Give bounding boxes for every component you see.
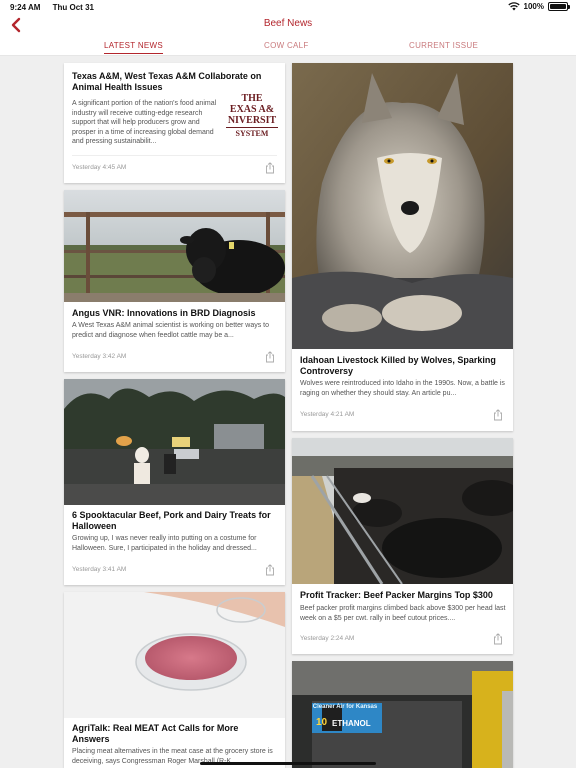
share-icon[interactable]	[265, 162, 275, 174]
article-excerpt: Beef packer profit margins climbed back …	[300, 605, 506, 622]
article-title: Profit Tracker: Beef Packer Margins Top …	[300, 590, 493, 600]
halloween-night-photo	[64, 379, 285, 505]
article-card-profit-tracker[interactable]: Profit Tracker: Beef Packer Margins Top …	[292, 438, 513, 654]
tab-cow-calf[interactable]: COW CALF	[264, 41, 309, 50]
logo-line-4: SYSTEM	[235, 129, 269, 138]
article-timestamp: Yesterday 3:41 AM	[72, 566, 127, 573]
article-card-texas-am[interactable]: Texas A&M, West Texas A&M Collaborate on…	[64, 63, 285, 183]
article-timestamp: Yesterday 2:24 AM	[300, 635, 355, 642]
tab-cow-calf-label: COW CALF	[264, 41, 309, 50]
article-title: Idahoan Livestock Killed by Wolves, Spar…	[300, 355, 496, 376]
tab-current-issue-label: CURRENT ISSUE	[409, 41, 479, 50]
navigation-bar: Beef News	[0, 14, 576, 36]
pump-sign-ethanol: ETHANOL	[332, 719, 371, 728]
active-tab-indicator	[104, 53, 164, 54]
pump-sign-number: 10	[316, 717, 328, 728]
share-icon[interactable]	[493, 633, 503, 645]
gray-wolf-photo	[292, 63, 513, 349]
article-timestamp: Yesterday 3:42 AM	[72, 353, 127, 360]
home-indicator	[200, 762, 376, 765]
article-title: 6 Spooktacular Beef, Pork and Dairy Trea…	[72, 510, 271, 531]
article-timestamp: Yesterday 4:21 AM	[300, 411, 355, 418]
tab-latest-news[interactable]: LATEST NEWS	[104, 41, 164, 54]
status-date: Thu Oct 31	[52, 3, 94, 12]
battery-icon	[548, 2, 570, 11]
feedlot-cattle-photo	[292, 438, 513, 584]
logo-line-1: THE	[241, 93, 263, 104]
share-icon[interactable]	[265, 564, 275, 576]
logo-line-3: NIVERSIT	[227, 115, 277, 126]
article-timestamp: Yesterday 4:45 AM	[72, 164, 127, 171]
logo-line-2: EXAS A&	[229, 104, 275, 115]
wifi-icon	[507, 2, 520, 11]
share-icon[interactable]	[493, 409, 503, 421]
tab-bar: LATEST NEWS COW CALF CURRENT ISSUE	[0, 36, 576, 56]
article-excerpt: A significant portion of the nation's fo…	[72, 100, 217, 145]
lab-grown-meat-photo	[64, 592, 285, 718]
texas-am-system-logo: THE EXAS A& NIVERSIT SYSTEM	[224, 93, 280, 145]
status-bar: 9:24 AM Thu Oct 31 100%	[0, 0, 576, 14]
article-card-ethanol[interactable]: Cleaner Air for Kansas 10 ETHANOL	[292, 661, 513, 768]
status-time: 9:24 AM	[10, 3, 41, 12]
battery-percent: 100%	[523, 2, 544, 11]
article-excerpt: Growing up, I was never really into putt…	[72, 535, 257, 552]
article-card-agritalk[interactable]: AgriTalk: Real MEAT Act Calls for More A…	[64, 592, 285, 768]
cattle-feedlot-photo	[64, 190, 285, 302]
article-title: Texas A&M, West Texas A&M Collaborate on…	[72, 71, 262, 92]
article-title: AgriTalk: Real MEAT Act Calls for More A…	[72, 723, 239, 744]
article-excerpt: Wolves were reintroduced into Idaho in t…	[300, 380, 505, 397]
article-title: Angus VNR: Innovations in BRD Diagnosis	[72, 308, 256, 318]
article-card-angus-vnr[interactable]: Angus VNR: Innovations in BRD Diagnosis …	[64, 190, 285, 372]
article-card-halloween-treats[interactable]: 6 Spooktacular Beef, Pork and Dairy Trea…	[64, 379, 285, 585]
article-excerpt: A West Texas A&M animal scientist is wor…	[72, 322, 269, 339]
article-card-idaho-wolves[interactable]: Idahoan Livestock Killed by Wolves, Spar…	[292, 63, 513, 431]
ethanol-pump-photo	[292, 661, 513, 768]
pump-sign-caption: Cleaner Air for Kansas	[312, 704, 378, 710]
tab-current-issue[interactable]: CURRENT ISSUE	[409, 41, 478, 50]
share-icon[interactable]	[265, 351, 275, 363]
page-title: Beef News	[263, 18, 313, 29]
tab-latest-news-label: LATEST NEWS	[104, 41, 164, 50]
